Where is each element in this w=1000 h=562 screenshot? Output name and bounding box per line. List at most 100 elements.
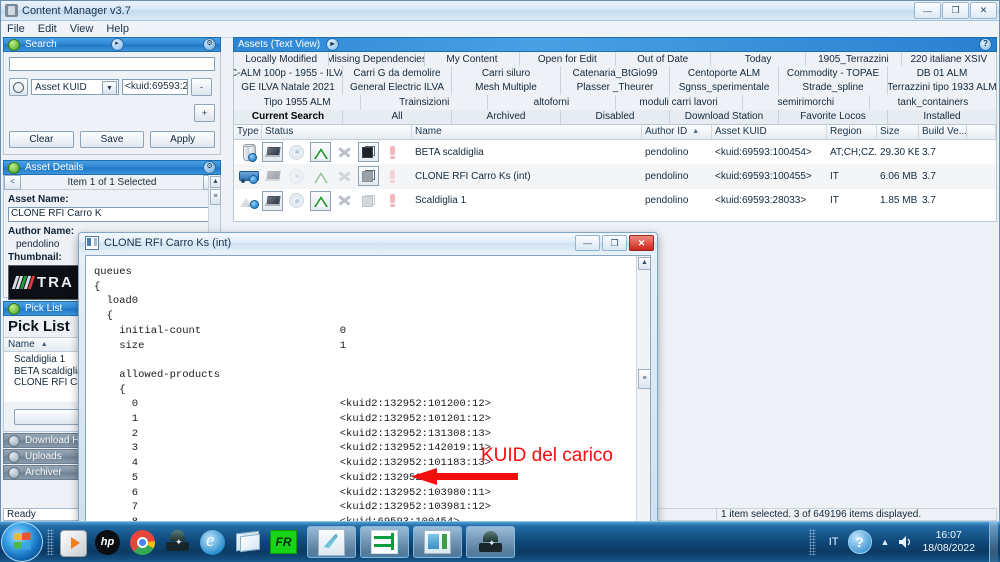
chevron-down-icon[interactable]: ▼: [102, 81, 117, 95]
filter-carri-g-da-demolire[interactable]: Carri G da demolire: [343, 66, 452, 81]
editor-maximize-button[interactable]: ❐: [602, 235, 627, 251]
filter-out-of-date[interactable]: Out of Date: [615, 52, 711, 67]
filter-today[interactable]: Today: [710, 52, 807, 67]
table-row[interactable]: CLONE RFI Carro Ks (int) pendolino <kuid…: [234, 164, 996, 189]
collapse-bullet-icon[interactable]: [8, 450, 20, 463]
add-criterion-button[interactable]: +: [194, 104, 215, 122]
filter-tank-containers[interactable]: tank_containers: [869, 95, 997, 110]
asset-details-header[interactable]: Asset Details ⚙: [3, 160, 221, 175]
payware-stack-icon[interactable]: [358, 166, 379, 187]
panel-expand-icon[interactable]: ▸: [110, 38, 124, 51]
filter-installed[interactable]: Installed: [888, 109, 996, 124]
tools-icon[interactable]: [334, 191, 355, 211]
tools-icon[interactable]: [334, 166, 355, 186]
scroll-up-button[interactable]: ▲: [210, 176, 221, 188]
disc-icon[interactable]: [286, 191, 307, 211]
filter-calm-100p[interactable]: C-ALM 100p - 1955 - ILVA: [234, 66, 343, 81]
collapse-bullet-icon[interactable]: [8, 302, 20, 315]
asset-name-input[interactable]: CLONE RFI Carro K: [8, 207, 216, 222]
collapse-bullet-icon[interactable]: [8, 434, 20, 447]
menu-item-view[interactable]: View: [70, 23, 94, 35]
maximize-button[interactable]: ❐: [942, 2, 969, 19]
help-icon[interactable]: ?: [847, 530, 872, 554]
filter-archived[interactable]: Archived: [452, 109, 561, 124]
locomotive-task-icon[interactable]: ✦: [466, 526, 515, 558]
installed-local-icon[interactable]: [262, 166, 283, 186]
warning-triangle-icon[interactable]: [310, 190, 331, 211]
faulty-icon[interactable]: [382, 191, 403, 211]
filter-all[interactable]: All: [343, 109, 452, 124]
editor-text-area[interactable]: queues { load0 { initial-count 0 size 1 …: [85, 255, 651, 527]
filter-plasser-theurer[interactable]: Plasser _Theurer: [561, 80, 670, 96]
filter-terrazzini-tipo-1933-alm[interactable]: Terrazzini tipo 1933 ALM: [888, 80, 996, 96]
filter-missing-dependencies[interactable]: Missing Dependencies: [329, 52, 425, 67]
presentation-icon[interactable]: [413, 526, 462, 558]
filter-current-search[interactable]: Current Search: [234, 109, 343, 124]
filter-altoforni[interactable]: altoforni: [488, 95, 616, 110]
sync-icon[interactable]: [360, 526, 409, 558]
chevron-up-icon[interactable]: ▲: [881, 537, 890, 547]
filter-disabled[interactable]: Disabled: [561, 109, 670, 124]
tray-grip[interactable]: [808, 529, 816, 555]
disc-icon[interactable]: [286, 166, 307, 186]
minimize-button[interactable]: —: [914, 2, 941, 19]
filter-catenaria-btgio99[interactable]: Catenaria_BtGio99: [561, 66, 670, 81]
show-desktop-button[interactable]: [989, 522, 998, 562]
panel-expand-icon[interactable]: ▸: [326, 38, 340, 51]
filter-strade-spline[interactable]: Strade_spline: [779, 80, 888, 96]
apply-button[interactable]: Apply: [150, 131, 216, 148]
menu-item-edit[interactable]: Edit: [38, 23, 57, 35]
column-header-type[interactable]: Type: [234, 124, 262, 139]
filter-my-content[interactable]: My Content: [424, 52, 521, 67]
collapse-bullet-icon[interactable]: [8, 161, 20, 174]
clock[interactable]: 16:07 18/08/2022: [922, 529, 980, 555]
save-button[interactable]: Save: [79, 131, 145, 148]
scroll-up-button[interactable]: ▲: [638, 257, 650, 270]
filter-moduli-carri-lavori[interactable]: moduli carri lavori: [615, 95, 743, 110]
scroll-thumb[interactable]: ≡: [210, 189, 221, 205]
column-header-status[interactable]: Status: [262, 124, 412, 139]
previous-item-button[interactable]: <: [4, 174, 21, 190]
installed-local-icon[interactable]: [262, 190, 283, 211]
taskbar-grip[interactable]: [47, 529, 54, 555]
filter-mesh-multiple[interactable]: Mesh Multiple: [452, 80, 561, 96]
faulty-icon[interactable]: [382, 166, 403, 186]
warning-triangle-icon[interactable]: [310, 166, 331, 186]
internet-explorer-icon[interactable]: [200, 529, 225, 555]
disc-icon[interactable]: [286, 142, 307, 162]
search-input[interactable]: [9, 57, 215, 71]
filter-ge-ilva-natale-2021[interactable]: GE ILVA Natale 2021: [234, 80, 343, 96]
filter-trainsizioni[interactable]: Trainsizioni: [361, 95, 489, 110]
warning-triangle-icon[interactable]: [310, 142, 331, 163]
editor-close-button[interactable]: ✕: [629, 235, 654, 251]
chrome-icon[interactable]: [130, 529, 155, 555]
scroll-thumb[interactable]: ≡: [638, 369, 650, 389]
filter-favorite-locos[interactable]: Favorite Locos: [779, 109, 888, 124]
filter-locally-modified[interactable]: Locally Modified: [234, 52, 330, 67]
tools-icon[interactable]: [334, 142, 355, 162]
menu-item-file[interactable]: File: [7, 23, 25, 35]
collapse-bullet-icon[interactable]: [8, 466, 20, 479]
notepad-icon[interactable]: [235, 530, 260, 555]
language-indicator[interactable]: IT: [829, 536, 839, 548]
column-header-size[interactable]: Size: [877, 124, 919, 139]
media-player-icon[interactable]: [60, 529, 87, 557]
locomotive-icon[interactable]: ✦: [165, 529, 190, 555]
volume-icon[interactable]: [898, 535, 913, 549]
payware-stack-icon[interactable]: [358, 142, 379, 163]
filter-commodity-topae[interactable]: Commodity - TOPAE: [779, 66, 888, 81]
column-header-author-id[interactable]: Author ID ▲: [642, 124, 712, 139]
panel-pin-icon[interactable]: ⚙: [203, 38, 216, 51]
close-button[interactable]: ✕: [970, 2, 997, 19]
start-orb-icon[interactable]: [1, 522, 43, 562]
fastreport-icon[interactable]: FR: [270, 529, 297, 555]
column-header-asset-kuid[interactable]: Asset KUID: [712, 124, 827, 139]
filter-sgnss-sperimentale[interactable]: Sgnss_sperimentale: [670, 80, 779, 96]
hp-icon[interactable]: hp: [95, 529, 120, 555]
column-header-build[interactable]: Build Ve...: [919, 124, 967, 139]
editor-scrollbar[interactable]: ▲ ≡: [636, 256, 650, 526]
editor-minimize-button[interactable]: —: [575, 235, 600, 251]
help-icon[interactable]: ?: [979, 38, 992, 51]
faulty-icon[interactable]: [382, 142, 403, 162]
filter-220-italiane-xsiv[interactable]: 220 italiane XSIV: [901, 52, 996, 67]
